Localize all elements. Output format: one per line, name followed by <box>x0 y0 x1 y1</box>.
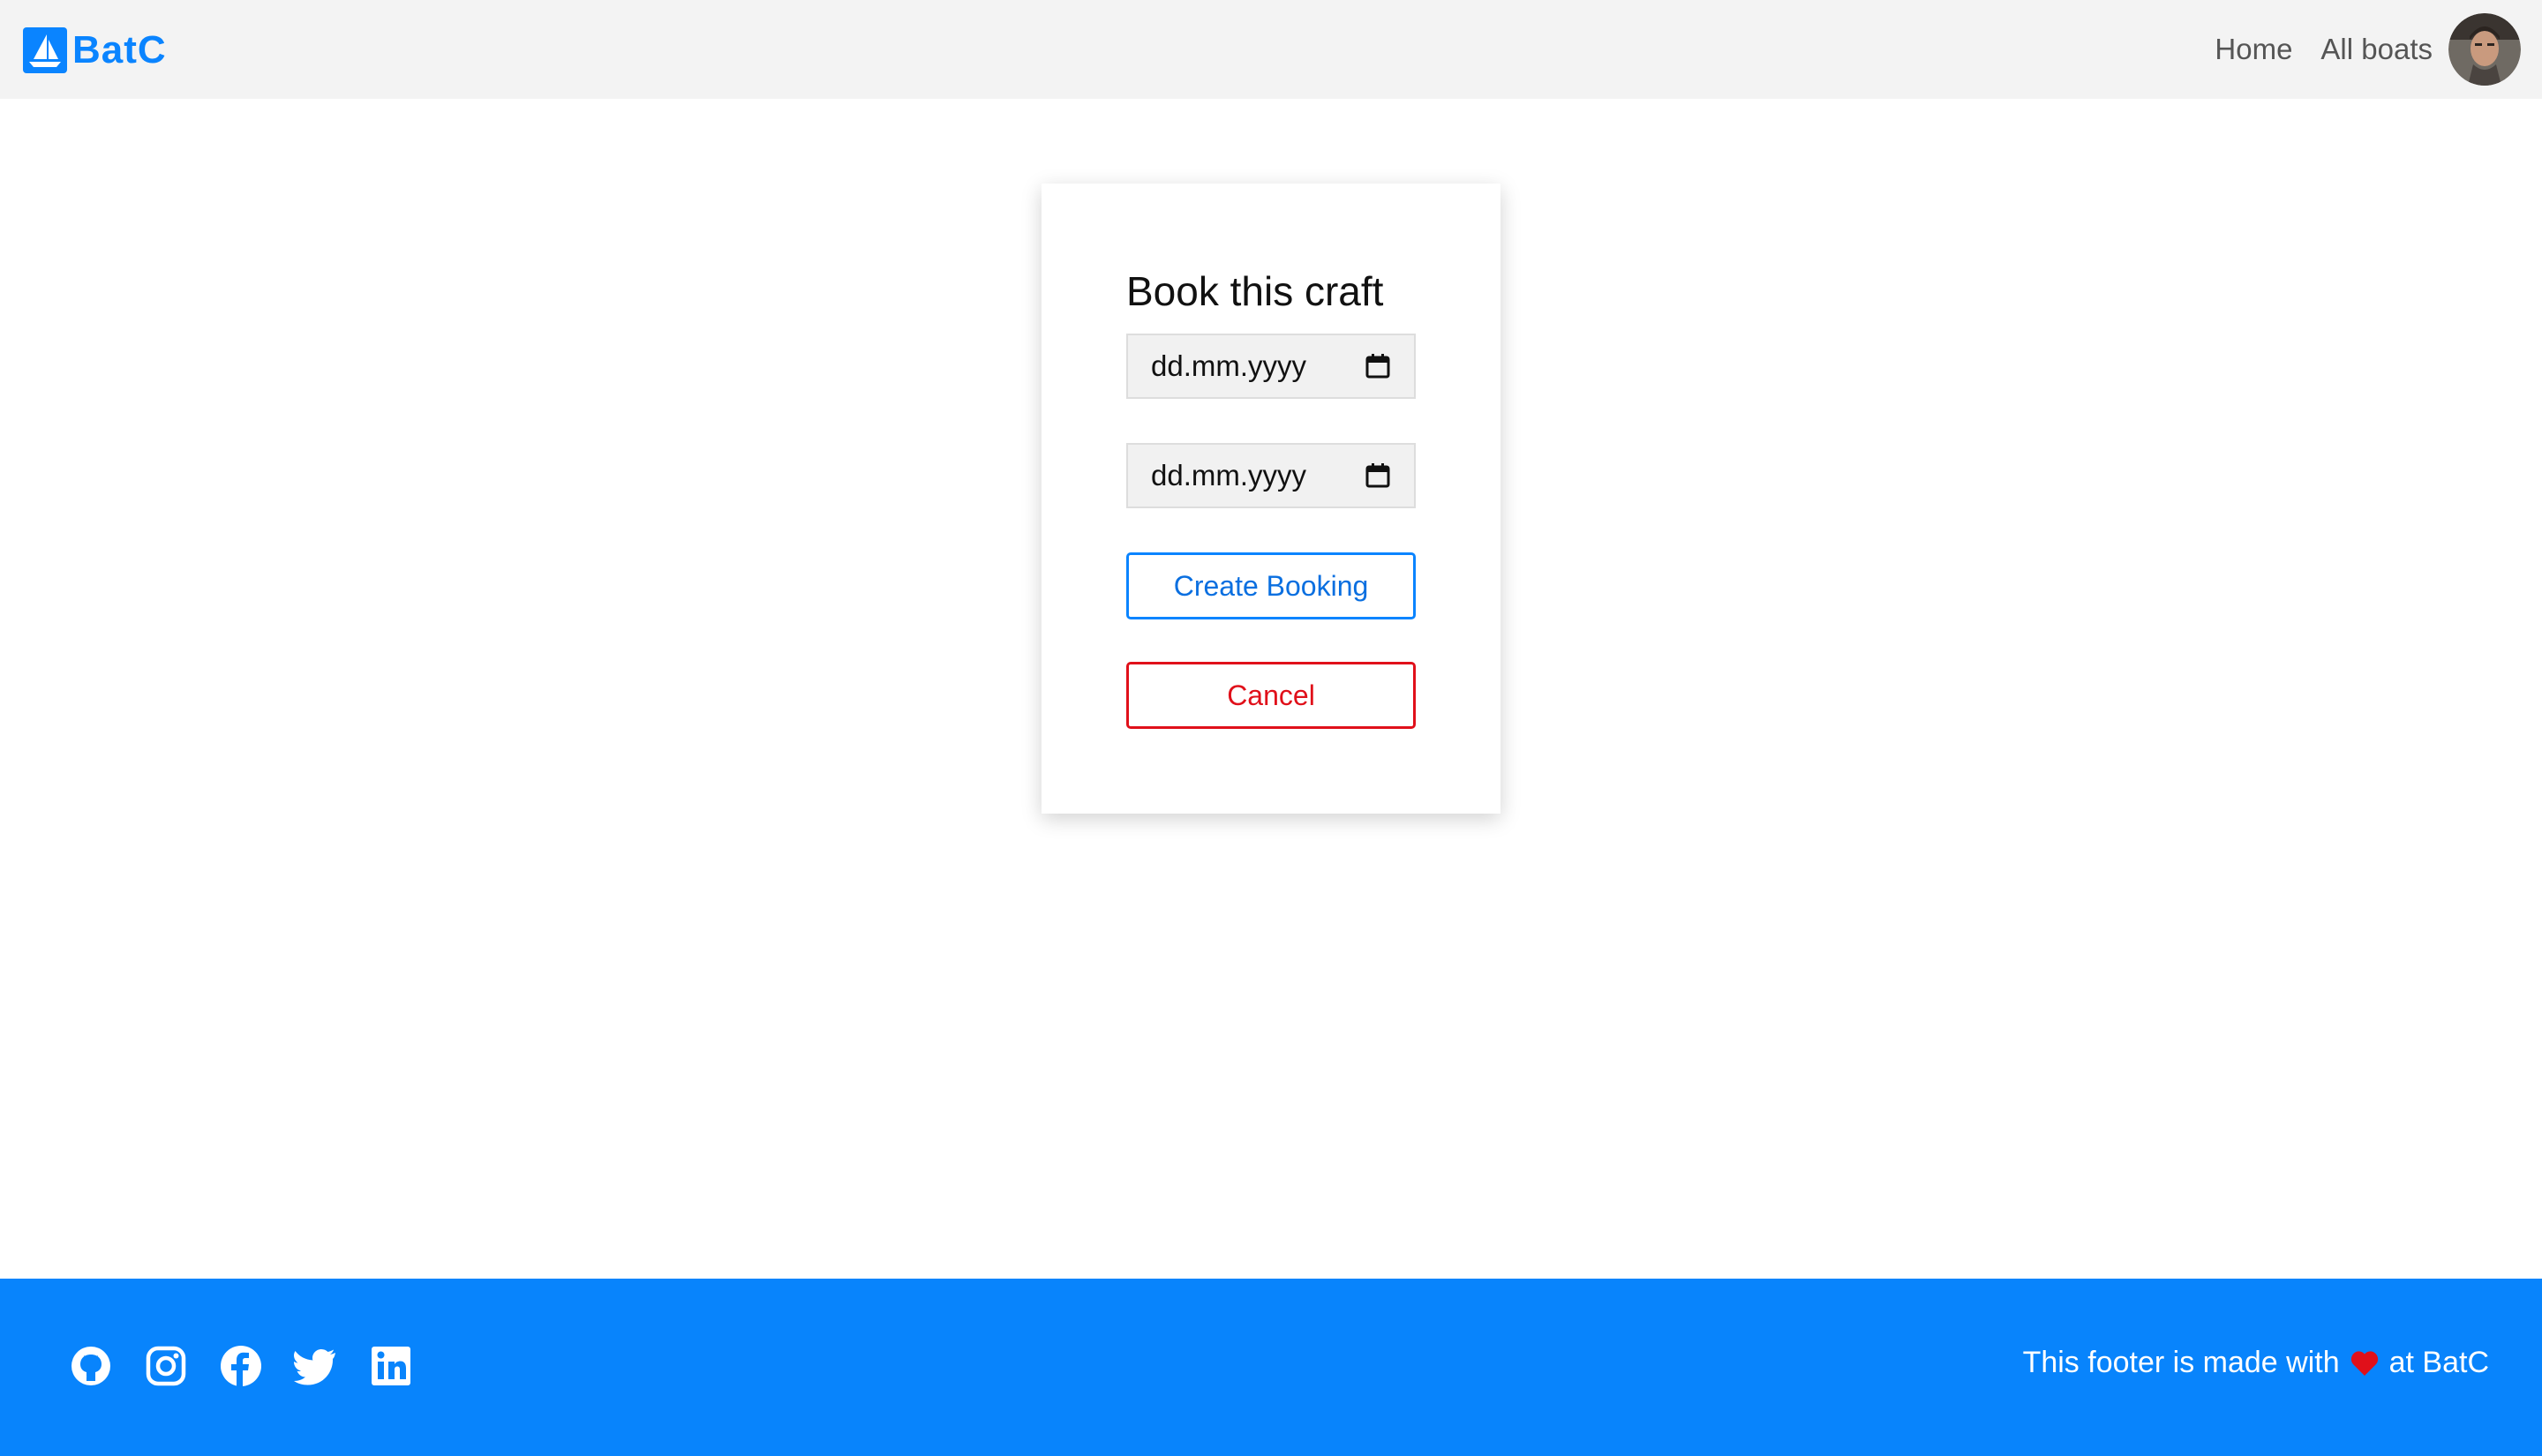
start-date-input[interactable]: dd.mm.yyyy <box>1126 334 1416 399</box>
end-date-placeholder: dd.mm.yyyy <box>1151 459 1307 492</box>
end-date-input[interactable]: dd.mm.yyyy <box>1126 443 1416 508</box>
calendar-icon[interactable] <box>1365 353 1391 379</box>
twitter-icon[interactable] <box>294 1344 338 1388</box>
nav-home-link[interactable]: Home <box>2215 33 2292 66</box>
start-date-placeholder: dd.mm.yyyy <box>1151 349 1307 382</box>
footer-text-after: at BatC <box>2388 1346 2489 1379</box>
sailboat-logo-icon <box>23 27 67 73</box>
top-navbar: BatC Home All boats <box>0 0 2542 99</box>
booking-card: Book this craft dd.mm.yyyy dd.mm.yyyy Cr… <box>1042 184 1500 814</box>
social-links <box>69 1344 444 1388</box>
user-avatar[interactable] <box>2448 13 2521 86</box>
nav-all-boats-link[interactable]: All boats <box>2320 33 2433 66</box>
facebook-icon[interactable] <box>219 1344 263 1388</box>
heart-icon <box>2350 1350 2378 1376</box>
brand-name: BatC <box>72 28 167 71</box>
footer-text-before: This footer is made with <box>2022 1346 2340 1379</box>
brand-logo-link[interactable]: BatC <box>23 27 167 73</box>
main-nav: Home All boats <box>2215 12 2521 86</box>
create-booking-button[interactable]: Create Booking <box>1126 552 1416 619</box>
booking-title: Book this craft <box>1126 268 1384 314</box>
cancel-button[interactable]: Cancel <box>1126 662 1416 729</box>
footer-credit: This footer is made with at BatC <box>2023 1346 2489 1380</box>
footer: This footer is made with at BatC <box>0 1279 2542 1456</box>
github-icon[interactable] <box>69 1344 113 1388</box>
linkedin-icon[interactable] <box>369 1344 413 1388</box>
instagram-icon[interactable] <box>144 1344 188 1388</box>
calendar-icon[interactable] <box>1365 462 1391 489</box>
